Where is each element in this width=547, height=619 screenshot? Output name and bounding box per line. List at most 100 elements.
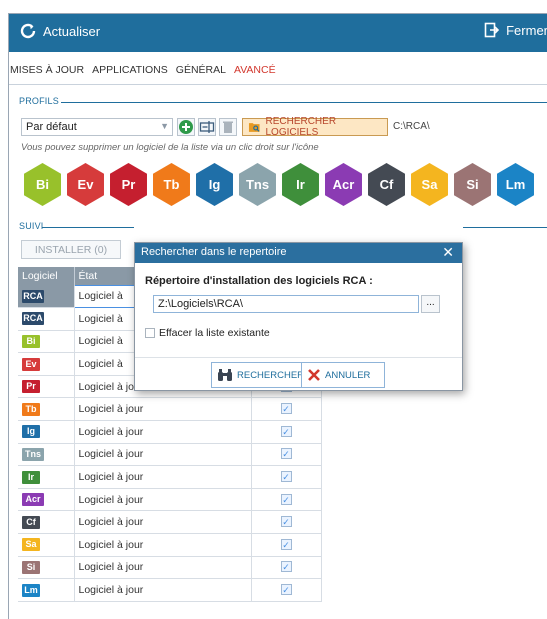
binoculars-icon	[218, 369, 232, 381]
tab-general[interactable]: GÉNÉRAL	[175, 64, 227, 84]
exit-icon	[484, 22, 500, 38]
cell-check: ✓	[251, 556, 322, 580]
trash-icon	[223, 121, 233, 133]
cell-check: ✓	[251, 420, 322, 444]
checkmark-icon[interactable]: ✓	[280, 403, 292, 415]
table-row[interactable]: Tns Logiciel à jour ✓	[18, 443, 322, 467]
app-icon-si[interactable]: Si	[454, 163, 491, 206]
software-badge: Bi	[22, 334, 40, 348]
app-icon-lm[interactable]: Lm	[497, 163, 534, 206]
app-icon-cf[interactable]: Cf	[368, 163, 405, 206]
software-badge: Tns	[22, 447, 44, 461]
refresh-icon	[20, 23, 36, 39]
checkmark-icon[interactable]: ✓	[280, 538, 292, 550]
software-badge: Cf	[22, 515, 40, 529]
cell-etat: Logiciel à jour	[74, 556, 252, 580]
search-directory-dialog: Rechercher dans le repertoire ✕ Répertoi…	[134, 242, 463, 391]
close-button[interactable]: Fermer	[484, 22, 547, 38]
rename-icon	[199, 121, 215, 133]
directory-path-input[interactable]: Z:\Logiciels\RCA\	[153, 295, 419, 313]
delete-profile-button[interactable]	[219, 118, 237, 136]
checkmark-icon[interactable]: ✓	[280, 471, 292, 483]
cell-logiciel: Ev	[18, 352, 75, 376]
cell-check: ✓	[251, 533, 322, 557]
browse-button[interactable]: ...	[421, 295, 440, 313]
table-row[interactable]: Si Logiciel à jour ✓	[18, 556, 322, 580]
checkmark-icon[interactable]: ✓	[280, 516, 292, 528]
cell-etat: Logiciel à jour	[74, 443, 252, 467]
dialog-label: Répertoire d'installation des logiciels …	[145, 275, 373, 287]
software-badge: Si	[22, 560, 40, 574]
rename-profile-button[interactable]	[198, 118, 216, 136]
cell-logiciel: Pr	[18, 375, 75, 399]
app-icon-tb[interactable]: Tb	[153, 163, 190, 206]
cell-logiciel: Acr	[18, 488, 75, 512]
software-badge: Sa	[22, 538, 40, 552]
checkmark-icon[interactable]: ✓	[280, 493, 292, 505]
tab-avance[interactable]: AVANCÉ	[233, 64, 277, 84]
dialog-cancel-label: ANNULER	[325, 369, 371, 381]
cell-logiciel: Bi	[18, 330, 75, 354]
cell-logiciel: Ir	[18, 465, 75, 489]
dialog-search-button[interactable]: RECHERCHER	[211, 362, 311, 388]
search-software-label: RECHERCHER LOGICIELS	[265, 116, 337, 138]
app-icon-acr[interactable]: Acr	[325, 163, 362, 206]
app-icon-ig[interactable]: Ig	[196, 163, 233, 206]
refresh-button[interactable]: Actualiser	[19, 22, 100, 40]
checkmark-icon[interactable]: ✓	[280, 584, 292, 596]
app-icon-sa[interactable]: Sa	[411, 163, 448, 206]
software-badge: Tb	[22, 402, 40, 416]
table-row[interactable]: Lm Logiciel à jour ✓	[18, 578, 322, 602]
cell-check: ✓	[251, 510, 322, 535]
table-row[interactable]: Acr Logiciel à jour ✓	[18, 488, 322, 512]
dialog-titlebar: Rechercher dans le repertoire ✕	[135, 243, 462, 263]
add-icon	[179, 120, 193, 134]
table-row[interactable]: Ir Logiciel à jour ✓	[18, 465, 322, 489]
table-row[interactable]: Tb Logiciel à jour ✓	[18, 397, 322, 422]
cell-logiciel: Cf	[18, 510, 75, 535]
tab-mises-a-jour[interactable]: MISES À JOUR	[9, 64, 85, 84]
clear-list-checkbox[interactable]: Effacer la liste existante	[145, 327, 270, 339]
checkmark-icon[interactable]: ✓	[280, 561, 292, 573]
cell-logiciel: Ig	[18, 420, 75, 444]
cell-logiciel: RCA	[18, 307, 75, 331]
table-row[interactable]: Sa Logiciel à jour ✓	[18, 533, 322, 557]
cell-etat: Logiciel à jour	[74, 397, 252, 422]
app-icon-ir[interactable]: Ir	[282, 163, 319, 206]
app-icon-bi[interactable]: Bi	[24, 163, 61, 206]
checkmark-icon[interactable]: ✓	[280, 448, 292, 460]
checkbox-box[interactable]	[145, 328, 155, 338]
cell-logiciel: Tns	[18, 443, 75, 467]
cell-etat: Logiciel à jour	[74, 578, 252, 602]
close-icon[interactable]: ✕	[442, 244, 454, 261]
cell-etat: Logiciel à jour	[74, 420, 252, 444]
app-icon-pr[interactable]: Pr	[110, 163, 147, 206]
close-x-icon	[308, 369, 320, 381]
profile-select[interactable]: Par défaut ▼	[21, 118, 173, 136]
tab-bar: MISES À JOUR APPLICATIONS GÉNÉRAL AVANCÉ	[9, 64, 277, 84]
profile-select-value: Par défaut	[26, 121, 77, 133]
install-button[interactable]: INSTALLER (0)	[21, 240, 121, 259]
app-icon-ev[interactable]: Ev	[67, 163, 104, 206]
checkmark-icon[interactable]: ✓	[280, 425, 292, 437]
table-row[interactable]: Ig Logiciel à jour ✓	[18, 420, 322, 444]
software-badge: RCA	[22, 289, 44, 303]
chevron-down-icon: ▼	[160, 121, 169, 131]
cell-check: ✓	[251, 443, 322, 467]
tab-divider	[9, 84, 547, 85]
app-icon-row: Bi Ev Pr Tb Ig Tns Ir Acr Cf Sa Si Lm	[21, 163, 537, 206]
cell-etat: Logiciel à jour	[74, 488, 252, 512]
cell-logiciel: Lm	[18, 578, 75, 602]
dialog-cancel-button[interactable]: ANNULER	[301, 362, 385, 388]
column-logiciel[interactable]: Logiciel	[18, 267, 75, 285]
app-window: Actualiser Fermer MISES À JOUR APPLICATI…	[8, 13, 547, 619]
add-profile-button[interactable]	[177, 118, 195, 136]
tab-applications[interactable]: APPLICATIONS	[91, 64, 169, 84]
search-software-button[interactable]: RECHERCHER LOGICIELS	[242, 116, 388, 138]
table-row[interactable]: Cf Logiciel à jour ✓	[18, 510, 322, 535]
cell-check: ✓	[251, 465, 322, 489]
dialog-title: Rechercher dans le repertoire	[141, 246, 287, 258]
app-icon-tns[interactable]: Tns	[239, 163, 276, 206]
folder-search-icon	[248, 123, 260, 132]
profils-section-title: PROFILS	[19, 96, 59, 106]
